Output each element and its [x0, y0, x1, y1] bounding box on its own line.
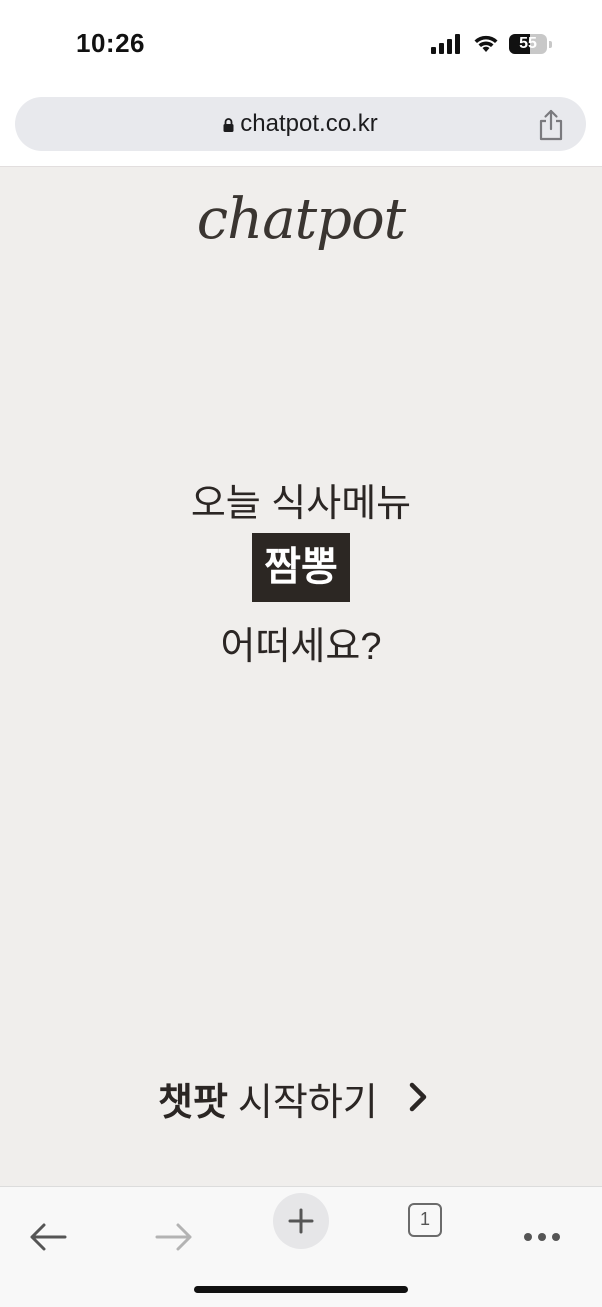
- tab-switcher-button[interactable]: 1: [408, 1203, 442, 1237]
- share-icon[interactable]: [536, 109, 566, 141]
- more-button[interactable]: [512, 1207, 572, 1267]
- start-button-label: 시작하기: [237, 1081, 378, 1124]
- battery-cap: [549, 41, 552, 48]
- chatpot-logo[interactable]: chatpot: [0, 187, 602, 252]
- back-arrow-icon: [30, 1223, 67, 1251]
- home-indicator[interactable]: [194, 1286, 408, 1293]
- question-text: 어떠세요?: [220, 626, 382, 668]
- battery-indicator: 55: [509, 34, 547, 54]
- lock-icon: [223, 118, 234, 132]
- web-page: chatpot 오늘 식사메뉴 짬뽕 어떠세요? 챗팟 시작하기: [0, 167, 602, 1186]
- start-button-brand: 챗팟: [158, 1081, 228, 1124]
- address-bar[interactable]: chatpot.co.kr: [15, 97, 586, 151]
- forward-arrow-icon: [155, 1223, 192, 1251]
- address-bar-area: chatpot.co.kr: [0, 90, 602, 167]
- url-display[interactable]: chatpot.co.kr: [15, 97, 586, 151]
- start-button[interactable]: 챗팟 시작하기: [158, 1073, 378, 1124]
- menu-item-badge: 짬뽕: [252, 533, 350, 602]
- forward-button[interactable]: [144, 1207, 204, 1267]
- plus-icon: [288, 1208, 314, 1234]
- signal-icon: [431, 34, 460, 54]
- headline: 오늘 식사메뉴: [190, 483, 412, 525]
- battery-level: 55: [519, 35, 537, 52]
- chevron-right-icon[interactable]: [406, 1081, 430, 1113]
- more-icon: [524, 1233, 560, 1241]
- url-text: chatpot.co.kr: [240, 110, 378, 137]
- wifi-icon: [474, 35, 498, 52]
- back-button[interactable]: [18, 1207, 78, 1267]
- status-bar: 10:26 55: [0, 0, 602, 90]
- status-time: 10:26: [76, 28, 145, 58]
- new-tab-button[interactable]: [273, 1193, 329, 1249]
- menu-badge-wrap: 짬뽕: [0, 533, 602, 602]
